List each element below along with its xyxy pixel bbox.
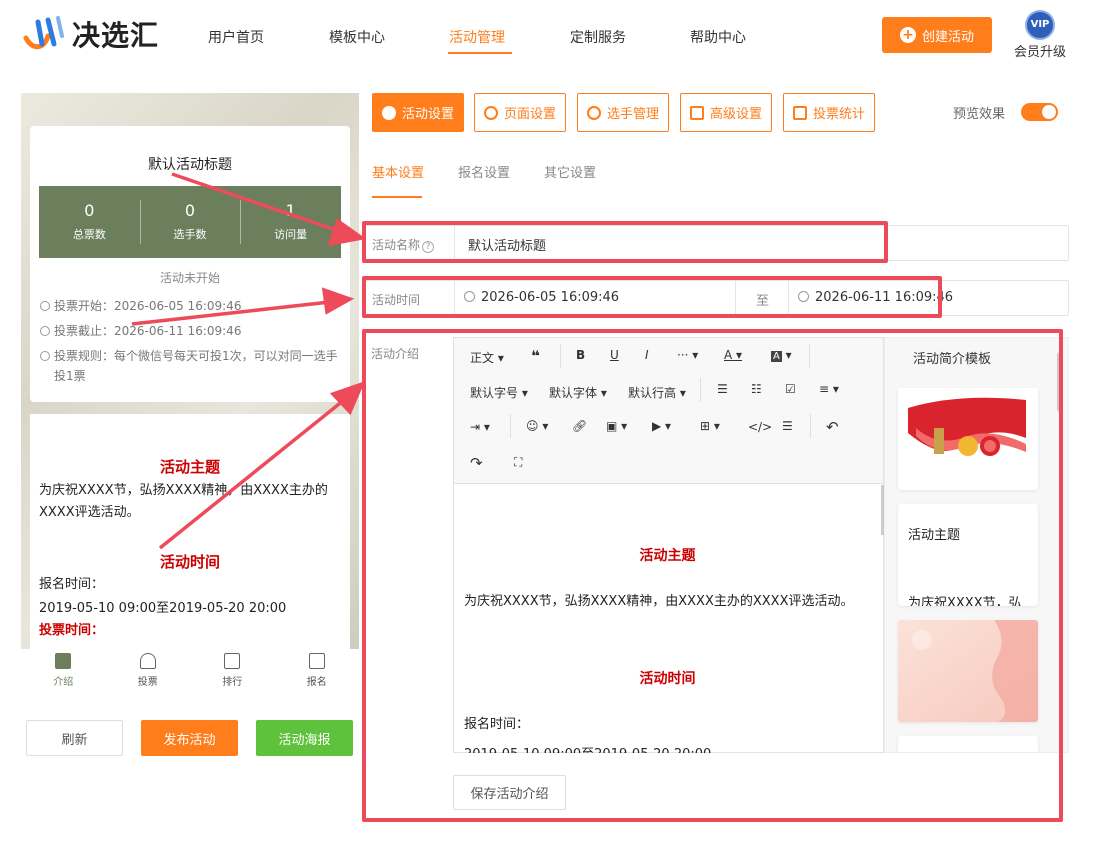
preview-title: 默认活动标题 <box>148 157 232 173</box>
preview-toggle-label: 预览效果 <box>953 107 1006 122</box>
nav-item-home[interactable]: 用户首页 <box>208 27 264 47</box>
preview-vote-label: 投票时间： <box>39 623 105 638</box>
star-icon <box>381 105 396 120</box>
preview-vote-end: 投票截止：2026-06-11 16:09:46 <box>40 321 340 341</box>
nav-item-templates[interactable]: 模板中心 <box>329 27 385 47</box>
stat-total-votes: 0 总票数 <box>39 186 140 258</box>
vote-rule-text: 投票规则：每个微信号每天可投1次，可以对同一选手投1票 <box>54 349 338 383</box>
vote-end-text: 投票截止：2026-06-11 16:09:46 <box>54 324 242 338</box>
preview-body: 活动主题 为庆祝XXXX节，弘扬XXXX精神，由XXXX主办的XXXX评选活动。… <box>30 414 350 655</box>
subtab-signup[interactable]: 报名设置 <box>458 162 510 181</box>
brand-name: 决选汇 <box>72 19 160 52</box>
tab-vote[interactable]: 投票 <box>106 649 191 694</box>
nav-item-help[interactable]: 帮助中心 <box>690 27 746 47</box>
header: 决选汇 用户首页 模板中心 活动管理 定制服务 帮助中心 + 创建活动 VIP … <box>0 0 1104 72</box>
stat-value: 0 <box>184 201 196 220</box>
stat-contestants: 0 选手数 <box>139 186 241 258</box>
brand-logo[interactable]: 决选汇 <box>22 14 159 54</box>
create-activity-label: 创建活动 <box>921 29 974 45</box>
signup-icon <box>308 653 325 669</box>
refresh-button[interactable]: 刷新 <box>26 720 123 756</box>
poster-button[interactable]: 活动海报 <box>256 720 353 756</box>
annotation-box-intro <box>362 329 1063 822</box>
subtab-underline <box>372 196 422 198</box>
preview-tabbar: 介绍 投票 排行 报名 <box>21 649 359 694</box>
gear-icon <box>483 105 498 120</box>
stat-label: 选手数 <box>173 228 207 241</box>
tab-label: 投票 <box>137 677 158 688</box>
annotation-box-name <box>362 221 888 263</box>
vote-start-text: 投票开始：2026-06-05 16:09:46 <box>54 299 242 313</box>
nav-item-activity-management[interactable]: 活动管理 <box>449 27 505 47</box>
preview-toggle[interactable] <box>1021 103 1058 121</box>
publish-button[interactable]: 发布活动 <box>141 720 238 756</box>
tab-contestant-management[interactable]: 选手管理 <box>577 93 669 132</box>
tab-label: 活动设置 <box>401 107 454 122</box>
subtab-other[interactable]: 其它设置 <box>544 162 596 181</box>
preview-vote-start: 投票开始：2026-06-05 16:09:46 <box>40 296 340 316</box>
preview-reg-label: 报名时间： <box>39 577 105 592</box>
preview-info-card: 默认活动标题 0 总票数 0 选手数 1 访问量 活动未开始 投票开始：2026-06… <box>30 126 350 402</box>
preview-heading-theme: 活动主题 <box>159 458 220 476</box>
tab-label: 选手管理 <box>606 107 659 122</box>
tab-label: 高级设置 <box>709 107 762 122</box>
bar-chart-icon <box>792 105 807 120</box>
tab-label: 介绍 <box>53 677 74 688</box>
vip-badge-icon: VIP <box>1025 10 1055 40</box>
preview-theme-text: 为庆祝XXXX节，弘扬XXXX精神，由XXXX主办的XXXX评选活动。 <box>39 483 328 520</box>
annotation-box-time <box>362 276 942 318</box>
nav-active-underline <box>448 52 512 54</box>
stat-value: 0 <box>84 201 95 220</box>
sliders-icon <box>689 105 704 120</box>
users-icon <box>586 105 601 120</box>
tab-vote-statistics[interactable]: 投票统计 <box>783 93 875 132</box>
clock-icon <box>40 301 50 311</box>
preview-reg-range: 2019-05-10 09:00至2019-05-20 20:00 <box>39 601 287 616</box>
tab-signup[interactable]: 报名 <box>275 649 360 694</box>
info-icon <box>40 351 50 361</box>
tab-advanced-settings[interactable]: 高级设置 <box>680 93 772 132</box>
ranking-icon <box>224 653 241 669</box>
document-icon <box>55 653 72 669</box>
tab-label: 页面设置 <box>503 107 556 122</box>
stat-label: 总票数 <box>72 228 106 241</box>
stat-value: 1 <box>285 201 296 220</box>
stat-label: 访问量 <box>274 228 308 241</box>
tab-page-settings[interactable]: 页面设置 <box>474 93 566 132</box>
tab-activity-settings[interactable]: 活动设置 <box>372 93 464 132</box>
preview-stats: 0 总票数 0 选手数 1 访问量 <box>39 186 341 258</box>
tab-label: 报名 <box>306 677 327 688</box>
mobile-preview: 默认活动标题 0 总票数 0 选手数 1 访问量 活动未开始 投票开始：2026-06… <box>21 93 359 655</box>
stat-visits: 1 访问量 <box>240 186 341 258</box>
vip-upgrade[interactable]: VIP 会员升级 <box>1012 10 1068 60</box>
tab-ranking[interactable]: 排行 <box>190 649 275 694</box>
tab-label: 投票统计 <box>812 107 865 122</box>
user-icon <box>139 653 156 669</box>
preview-status: 活动未开始 <box>159 271 220 285</box>
vip-label: 会员升级 <box>1013 45 1066 60</box>
tab-label: 排行 <box>222 677 243 688</box>
tab-intro[interactable]: 介绍 <box>21 649 106 694</box>
subtab-basic[interactable]: 基本设置 <box>372 162 424 181</box>
preview-vote-rule: 投票规则：每个微信号每天可投1次，可以对同一选手投1票 <box>40 346 340 386</box>
preview-heading-time: 活动时间 <box>159 553 220 571</box>
create-activity-button[interactable]: + 创建活动 <box>882 17 992 53</box>
clock-icon <box>40 326 50 336</box>
plus-icon: + <box>899 27 916 43</box>
nav-item-custom-service[interactable]: 定制服务 <box>570 27 626 47</box>
logo-icon <box>22 14 66 54</box>
